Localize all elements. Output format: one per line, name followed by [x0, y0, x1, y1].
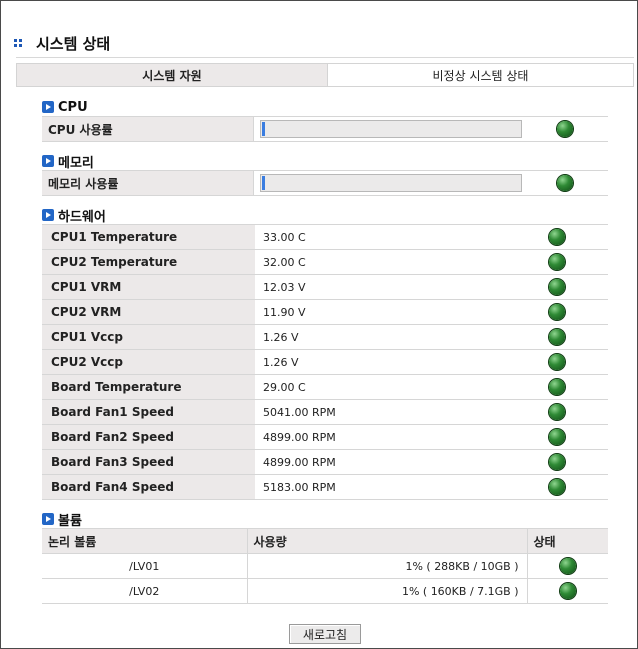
sensor-value: 32.00 C [255, 249, 505, 275]
volume-section-title: 볼륨 [58, 513, 82, 529]
memory-section-header: 메모리 [42, 153, 94, 171]
sensor-value: 5183.00 RPM [255, 474, 505, 500]
sensor-value: 5041.00 RPM [255, 399, 505, 425]
volume-name: /LV02 [42, 578, 247, 604]
tab-abnormal-status[interactable]: 비정상 시스템 상태 [327, 64, 633, 86]
table-row: Board Fan4 Speed 5183.00 RPM [42, 474, 608, 500]
memory-usage-row: 메모리 사용률 [42, 170, 608, 196]
hardware-section-title: 하드웨어 [58, 209, 106, 225]
sensor-name: Board Fan4 Speed [42, 474, 255, 500]
table-row: CPU2 VRM 11.90 V [42, 299, 608, 325]
title-divider [16, 57, 634, 58]
column-header-status: 상태 [526, 528, 608, 554]
table-row: CPU1 VRM 12.03 V [42, 274, 608, 300]
arrow-square-icon [42, 513, 54, 525]
cpu-usage-fill [262, 122, 265, 136]
tab-bar: 시스템 자원 비정상 시스템 상태 [16, 63, 634, 87]
sensor-name: CPU2 Vccp [42, 349, 255, 375]
table-row: CPU1 Temperature 33.00 C [42, 224, 608, 250]
grid-dots-icon [14, 39, 22, 47]
hardware-table: CPU1 Temperature 33.00 C CPU2 Temperature… [42, 224, 608, 500]
table-row: CPU1 Vccp 1.26 V [42, 324, 608, 350]
arrow-square-icon [42, 101, 54, 113]
table-row: /LV01 1% ( 288KB / 10GB ) [42, 553, 608, 579]
arrow-square-icon [42, 209, 54, 221]
sensor-name: CPU2 Temperature [42, 249, 255, 275]
cpu-section-header: CPU [42, 99, 88, 115]
sensor-value: 4899.00 RPM [255, 424, 505, 450]
sensor-name: CPU1 Temperature [42, 224, 255, 250]
sensor-value: 29.00 C [255, 374, 505, 400]
memory-usage-label: 메모리 사용률 [42, 171, 254, 195]
sensor-name: Board Fan1 Speed [42, 399, 255, 425]
status-led-icon [548, 429, 565, 445]
page-header: 시스템 상태 [14, 32, 110, 54]
volume-usage: 1% ( 288KB / 10GB ) [246, 553, 527, 579]
sensor-name: Board Fan2 Speed [42, 424, 255, 450]
memory-status-led-icon [557, 175, 573, 191]
sensor-name: Board Fan3 Speed [42, 449, 255, 475]
status-led-icon [548, 304, 565, 320]
memory-usage-bar [260, 174, 522, 192]
status-led-icon [548, 254, 565, 270]
cpu-usage-label: CPU 사용률 [42, 117, 254, 141]
arrow-square-icon [42, 155, 54, 167]
sensor-value: 11.90 V [255, 299, 505, 325]
cpu-usage-bar [260, 120, 522, 138]
table-row: Board Temperature 29.00 C [42, 374, 608, 400]
table-row: Board Fan3 Speed 4899.00 RPM [42, 449, 608, 475]
volume-section-header: 볼륨 [42, 511, 82, 529]
status-led-icon [548, 379, 565, 395]
column-header-usage: 사용량 [246, 528, 527, 554]
status-led-icon [548, 404, 565, 420]
status-led-icon [548, 279, 565, 295]
sensor-value: 4899.00 RPM [255, 449, 505, 475]
status-led-icon [559, 558, 576, 574]
sensor-value: 12.03 V [255, 274, 505, 300]
status-led-icon [548, 354, 565, 370]
volume-table: 논리 볼륨 사용량 상태 /LV01 1% ( 288KB / 10GB ) /… [42, 528, 608, 604]
hardware-section-header: 하드웨어 [42, 207, 106, 225]
sensor-value: 1.26 V [255, 349, 505, 375]
sensor-name: CPU1 Vccp [42, 324, 255, 350]
status-led-icon [548, 479, 565, 495]
sensor-name: Board Temperature [42, 374, 255, 400]
sensor-name: CPU2 VRM [42, 299, 255, 325]
table-row: CPU2 Vccp 1.26 V [42, 349, 608, 375]
cpu-status-led-icon [557, 121, 573, 137]
memory-section-title: 메모리 [58, 155, 94, 171]
cpu-usage-row: CPU 사용률 [42, 116, 608, 142]
table-row: Board Fan1 Speed 5041.00 RPM [42, 399, 608, 425]
sensor-name: CPU1 VRM [42, 274, 255, 300]
status-led-icon [559, 583, 576, 599]
page-title: 시스템 상태 [36, 34, 111, 53]
refresh-button[interactable]: 새로고침 [289, 624, 361, 644]
sensor-value: 33.00 C [255, 224, 505, 250]
column-header-logical-volume: 논리 볼륨 [42, 528, 247, 554]
status-led-icon [548, 329, 565, 345]
status-led-icon [548, 229, 565, 245]
status-led-icon [548, 454, 565, 470]
volume-name: /LV01 [42, 553, 247, 579]
table-row: Board Fan2 Speed 4899.00 RPM [42, 424, 608, 450]
table-row: CPU2 Temperature 32.00 C [42, 249, 608, 275]
sensor-value: 1.26 V [255, 324, 505, 350]
table-row: /LV02 1% ( 160KB / 7.1GB ) [42, 578, 608, 604]
tab-system-resources[interactable]: 시스템 자원 [17, 64, 327, 86]
cpu-section-title: CPU [58, 99, 88, 115]
memory-usage-fill [262, 176, 265, 190]
volume-usage: 1% ( 160KB / 7.1GB ) [246, 578, 527, 604]
